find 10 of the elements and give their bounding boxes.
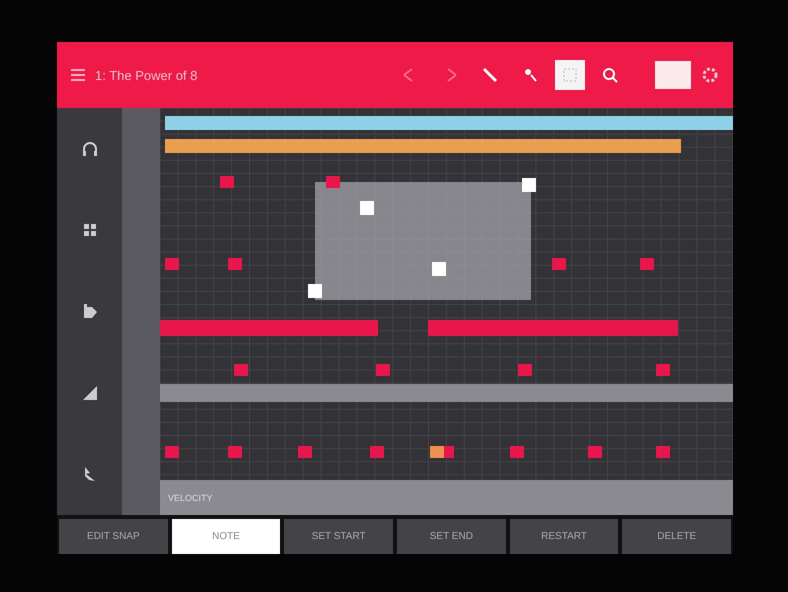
tab[interactable]: EDIT SNAP <box>59 519 168 554</box>
settings-icon[interactable] <box>701 66 719 84</box>
lane-label: VELOCITY <box>167 492 213 502</box>
tab[interactable]: DELETE <box>622 519 732 554</box>
tab[interactable]: SET END <box>397 519 506 554</box>
tab[interactable]: NOTE <box>172 519 280 554</box>
tab[interactable]: RESTART <box>510 519 618 554</box>
menu-icon[interactable] <box>71 68 85 82</box>
sequence-title[interactable]: 1: The Power of 8 <box>95 68 385 82</box>
tab[interactable]: SET START <box>284 519 394 554</box>
